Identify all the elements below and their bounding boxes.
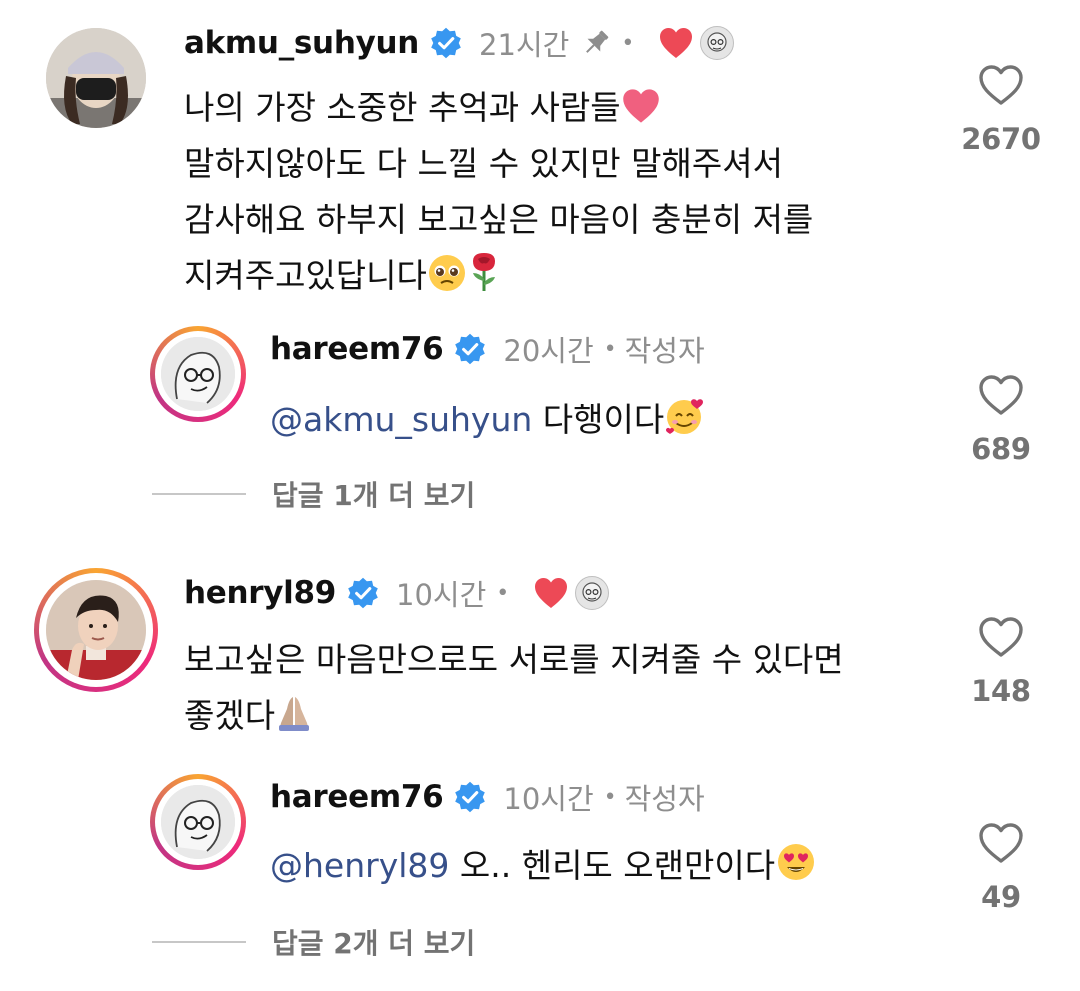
like-count: 49: [981, 880, 1021, 914]
reply-text: @henryl89 오.. 헨리도 오랜만이다: [270, 838, 817, 894]
avatar[interactable]: [46, 28, 146, 128]
comment-time: 21시간: [479, 28, 570, 62]
red-heart-icon: [535, 578, 568, 608]
reply-time: 20시간: [503, 334, 594, 368]
avatar[interactable]: [150, 774, 246, 870]
comment-time: 10시간: [396, 578, 487, 612]
comment-text: 나의 가장 소중한 추억과 사람들 말하지않아도 다 느낄 수 있지만 말해주셔…: [184, 80, 813, 304]
heart-outline-icon[interactable]: [978, 616, 1024, 658]
mention-link[interactable]: @henryl89: [270, 846, 449, 885]
separator-dot: •: [496, 580, 510, 606]
avatar[interactable]: [34, 568, 158, 692]
reply-message: 다행이다: [532, 400, 665, 439]
creator-avatar: [575, 576, 610, 610]
reply-header: hareem76 20시간 • 작성자: [270, 326, 705, 372]
username[interactable]: henryl89: [184, 575, 336, 611]
divider-line: [152, 493, 246, 495]
heart-eyes-emoji: [778, 844, 815, 880]
avatar-drawing: [161, 337, 235, 411]
avatar[interactable]: [150, 326, 246, 422]
rose-emoji: [472, 253, 495, 291]
avatar-drawing: [161, 785, 235, 859]
red-heart-icon: [660, 28, 693, 58]
username[interactable]: akmu_suhyun: [184, 25, 419, 61]
verified-badge-icon: [348, 577, 378, 609]
comment-line: 나의 가장 소중한 추억과 사람들: [184, 88, 621, 127]
avatar-photo: [46, 580, 146, 680]
username[interactable]: hareem76: [270, 779, 444, 815]
comment-text: 보고싶은 마음만으로도 서로를 지켜줄 수 있다면 좋겠다: [184, 632, 844, 744]
reply-hareem76: hareem76 20시간 • 작성자 @akmu_suhyun 다행이다 68…: [0, 310, 1080, 480]
heart-outline-icon[interactable]: [978, 64, 1024, 106]
comment-line: 지켜주고있답니다: [184, 256, 427, 295]
heart-outline-icon[interactable]: [978, 822, 1024, 864]
reply-message: 오.. 헨리도 오랜만이다: [449, 846, 776, 885]
smiling-face-with-hearts-emoji: [666, 399, 704, 434]
view-more-replies-button[interactable]: 답글 1개 더 보기: [152, 474, 475, 514]
reply-text: @akmu_suhyun 다행이다: [270, 392, 706, 448]
comment-line: 감사해요 하부지 보고싶은 마음이 충분히 저를: [184, 200, 814, 239]
like-count: 148: [971, 674, 1031, 708]
author-label: 작성자: [624, 334, 705, 368]
avatar-photo: [46, 28, 146, 128]
author-label: 작성자: [624, 782, 705, 816]
pink-heart-emoji: [622, 89, 659, 123]
separator-dot: •: [603, 336, 617, 362]
pleading-face-emoji: [428, 255, 465, 291]
like-count: 2670: [961, 122, 1041, 156]
reply-hareem76: hareem76 10시간 • 작성자 @henryl89 오.. 헨리도 오랜…: [0, 760, 1080, 920]
reply-header: hareem76 10시간 • 작성자: [270, 774, 705, 820]
like-group: 2670: [941, 64, 1061, 156]
verified-badge-icon: [455, 333, 486, 365]
comment-line: 말하지않아도 다 느낄 수 있지만 말해주셔서: [184, 144, 783, 183]
view-more-replies-label: 답글 1개 더 보기: [272, 479, 476, 512]
comment-line: 보고싶은 마음만으로도 서로를 지켜줄 수 있다면: [184, 640, 844, 679]
mention-link[interactable]: @akmu_suhyun: [270, 400, 532, 439]
comment-line: 좋겠다: [184, 696, 276, 735]
view-more-replies-button[interactable]: 답글 2개 더 보기: [152, 922, 475, 962]
heart-outline-icon[interactable]: [978, 374, 1024, 416]
verified-badge-icon: [455, 781, 486, 813]
like-count: 689: [971, 432, 1031, 466]
creator-avatar: [700, 26, 735, 60]
comment-header: akmu_suhyun 21시간 •: [184, 20, 735, 66]
pin-icon: [586, 30, 609, 53]
verified-badge-icon: [431, 27, 461, 59]
comment-akmu-suhyun: akmu_suhyun 21시간 • 나의 가장 소중한 추억과 사람들 말하지…: [0, 0, 1080, 310]
separator-dot: •: [621, 30, 635, 56]
separator-dot: •: [603, 784, 617, 810]
reply-time: 10시간: [503, 782, 594, 816]
like-group: 148: [941, 616, 1061, 708]
divider-line: [152, 941, 246, 943]
view-more-replies-label: 답글 2개 더 보기: [272, 927, 476, 960]
like-group: 49: [941, 822, 1061, 914]
username[interactable]: hareem76: [270, 331, 444, 367]
folded-hands-emoji: [279, 697, 310, 731]
comment-header: henryl89 10시간 •: [184, 570, 610, 616]
like-group: 689: [941, 374, 1061, 466]
comment-henryl89: henryl89 10시간 • 보고싶은 마음만으로도 서로를 지켜줄 수 있다…: [0, 560, 1080, 760]
